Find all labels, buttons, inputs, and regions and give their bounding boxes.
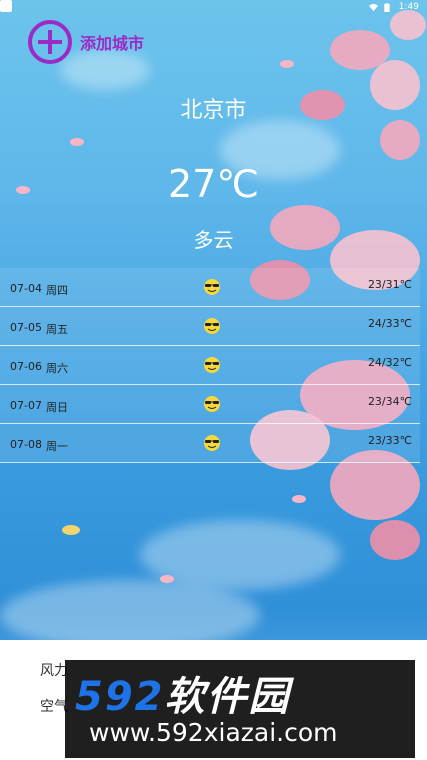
forecast-temp-range: 24/32℃ bbox=[367, 356, 412, 369]
sun-with-sunglasses-icon bbox=[204, 279, 220, 295]
battery-icon bbox=[384, 2, 393, 12]
forecast-weekday: 周日 bbox=[46, 401, 68, 414]
plus-circle-icon[interactable] bbox=[28, 20, 72, 64]
wifi-icon bbox=[368, 3, 378, 12]
add-city-button[interactable]: 添加城市 bbox=[28, 20, 144, 64]
weather-condition: 多云 bbox=[193, 228, 234, 252]
forecast-weekday: 周六 bbox=[46, 362, 68, 375]
forecast-temp-range: 24/33℃ bbox=[367, 317, 412, 330]
forecast-date: 07-05 bbox=[10, 321, 42, 334]
forecast-weekday: 周一 bbox=[46, 440, 68, 453]
forecast-row: 07-07 周日 23/34℃ bbox=[0, 385, 420, 424]
forecast-row: 07-05 周五 24/33℃ bbox=[0, 307, 420, 346]
sun-with-sunglasses-icon bbox=[204, 396, 220, 412]
forecast-weekday: 周五 bbox=[46, 323, 68, 336]
forecast-date: 07-08 bbox=[10, 438, 42, 451]
sun-with-sunglasses-icon bbox=[204, 318, 220, 334]
air-quality-label: 空气 bbox=[40, 699, 68, 715]
add-city-label[interactable]: 添加城市 bbox=[80, 30, 144, 54]
city-name: 北京市 bbox=[180, 98, 247, 123]
forecast-temp-range: 23/33℃ bbox=[367, 434, 412, 447]
watermark-brand-number: 592 bbox=[75, 674, 165, 720]
watermark-brand-text: 软件园 bbox=[164, 674, 291, 720]
wind-label: 风力 bbox=[40, 663, 68, 679]
status-time: 1:49 bbox=[398, 2, 419, 12]
watermark-url: www.592xiazai.com bbox=[89, 718, 338, 747]
notification-icon bbox=[0, 0, 12, 12]
watermark-logo: 592软件园 www.592xiazai.com bbox=[65, 660, 415, 758]
forecast-temp-range: 23/31℃ bbox=[367, 278, 412, 291]
forecast-row: 07-06 周六 24/32℃ bbox=[0, 346, 420, 385]
forecast-row: 07-04 周四 23/31℃ bbox=[0, 268, 420, 307]
sun-with-sunglasses-icon bbox=[204, 435, 220, 451]
forecast-date: 07-06 bbox=[10, 360, 42, 373]
forecast-temp-range: 23/34℃ bbox=[367, 395, 412, 408]
forecast-weekday: 周四 bbox=[46, 284, 68, 297]
forecast-list: 07-04 周四 23/31℃ 07-05 周五 24/33℃ 07-06 周六… bbox=[0, 268, 420, 463]
forecast-row: 07-08 周一 23/33℃ bbox=[0, 424, 420, 463]
sun-with-sunglasses-icon bbox=[204, 357, 220, 373]
forecast-date: 07-07 bbox=[10, 399, 42, 412]
current-temperature: 27℃ bbox=[167, 162, 260, 206]
forecast-date: 07-04 bbox=[10, 282, 42, 295]
watermark-brand: 592软件园 bbox=[75, 664, 291, 722]
status-bar: 1:49 bbox=[0, 0, 427, 14]
